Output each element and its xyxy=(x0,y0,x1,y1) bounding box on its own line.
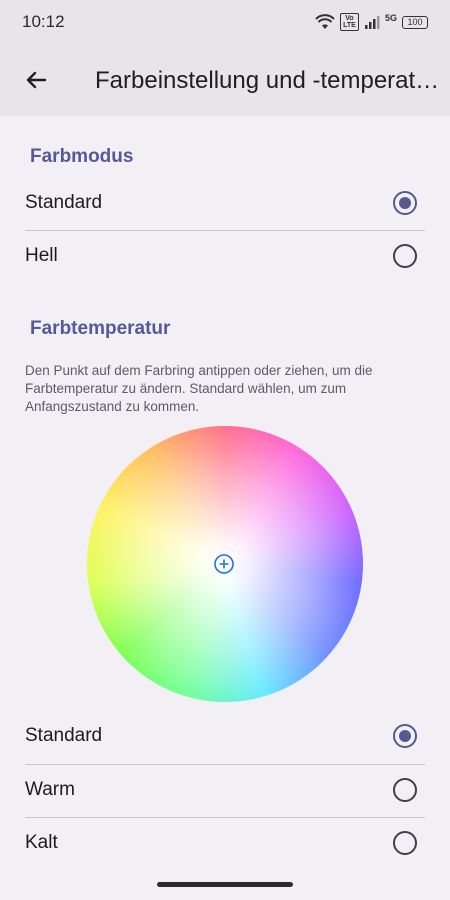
status-time: 10:12 xyxy=(22,12,65,31)
section-title-color-temperature: Farbtemperatur xyxy=(30,318,171,339)
option-label: Warm xyxy=(25,779,75,800)
option-label: Kalt xyxy=(25,832,58,853)
color-temperature-option-warm[interactable]: Warm xyxy=(25,765,425,817)
color-temperature-option-standard[interactable]: Standard xyxy=(25,711,425,763)
color-mode-option-standard[interactable]: Standard xyxy=(25,178,425,230)
home-indicator[interactable] xyxy=(157,882,293,887)
volte-icon: Vo LTE xyxy=(339,13,359,31)
color-mode-option-hell[interactable]: Hell xyxy=(25,231,425,283)
battery-icon: 100 xyxy=(402,15,428,29)
option-label: Standard xyxy=(25,192,103,213)
crosshair-marker-icon[interactable] xyxy=(213,553,235,575)
option-label: Hell xyxy=(25,245,58,266)
app-bar: Farbeinstellung und -temperat… xyxy=(0,44,450,116)
status-icons: Vo LTE 5G 100 xyxy=(315,12,428,32)
page-title: Farbeinstellung und -temperat… xyxy=(95,67,440,94)
back-button[interactable] xyxy=(18,62,54,98)
radio-button-selected[interactable] xyxy=(393,724,417,748)
battery-level: 100 xyxy=(407,16,423,27)
color-temperature-description: Den Punkt auf dem Farbring antippen oder… xyxy=(25,363,373,414)
radio-button-selected[interactable] xyxy=(393,191,417,215)
signal-icon xyxy=(364,16,380,29)
radio-button[interactable] xyxy=(393,831,417,855)
arrow-left-icon xyxy=(26,71,47,89)
network-type-label: 5G xyxy=(384,13,397,23)
section-title-color-mode: Farbmodus xyxy=(30,146,134,167)
status-bar: 10:12 Vo LTE 5G 100 xyxy=(0,0,450,44)
wifi-icon xyxy=(315,14,335,29)
option-label: Standard xyxy=(25,725,103,746)
radio-button[interactable] xyxy=(393,778,417,802)
radio-button[interactable] xyxy=(393,244,417,268)
color-temperature-option-kalt[interactable]: Kalt xyxy=(25,818,425,870)
